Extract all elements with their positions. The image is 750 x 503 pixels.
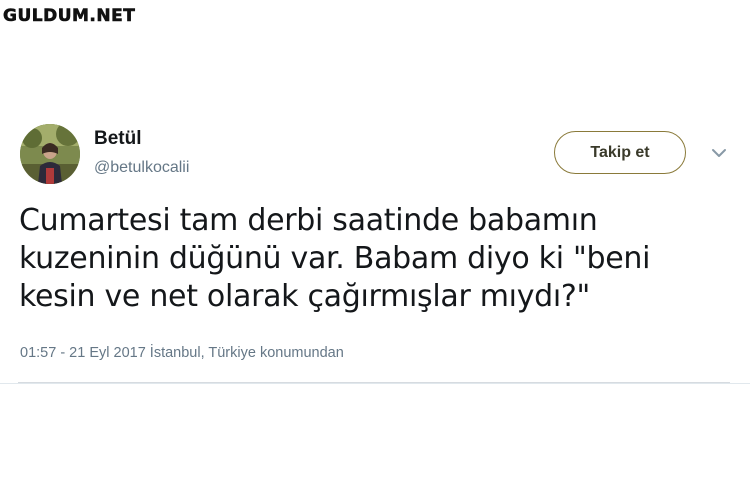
site-watermark: GULDUM.NET bbox=[3, 6, 136, 27]
tweet-meta: 01:57 - 21 Eyl 2017 İstanbul, Türkiye ko… bbox=[20, 343, 344, 363]
tweet-card: Betül @betulkocalii Takip et Cumartesi t… bbox=[0, 110, 750, 385]
avatar[interactable] bbox=[20, 124, 80, 184]
tweet-text: Cumartesi tam derbi saatinde babamın kuz… bbox=[19, 203, 651, 314]
chevron-down-icon[interactable] bbox=[710, 146, 728, 160]
tweet-timestamp[interactable]: 01:57 - 21 Eyl 2017 bbox=[20, 345, 146, 361]
avatar-photo bbox=[20, 124, 80, 184]
tweet-location[interactable]: İstanbul, Türkiye konumundan bbox=[150, 345, 344, 361]
follow-button[interactable]: Takip et bbox=[554, 131, 686, 174]
card-bottom-border bbox=[0, 383, 750, 384]
author-name[interactable]: Betül bbox=[94, 128, 142, 150]
author-handle[interactable]: @betulkocalii bbox=[94, 158, 189, 178]
